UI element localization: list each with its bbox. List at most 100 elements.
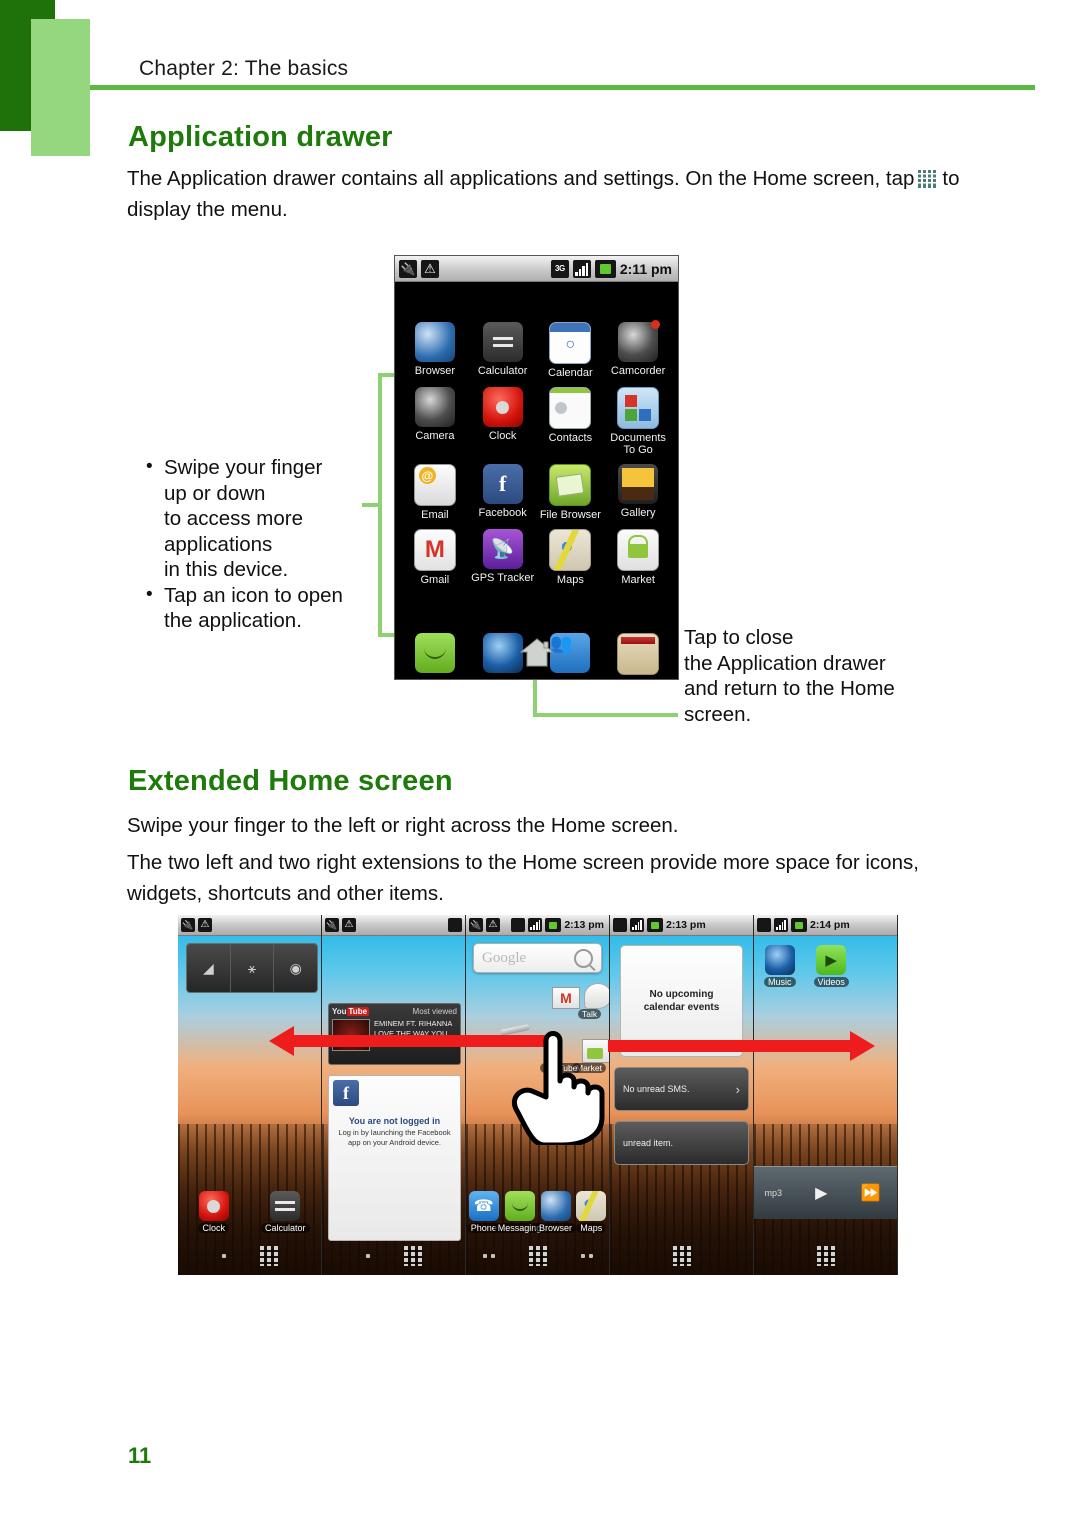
shortcut-calculator[interactable]: Calculator (260, 1191, 310, 1233)
talk-icon[interactable] (584, 983, 609, 1009)
extended-home-screen-figure: ◢ ⚹ ◉ Clock Calculator (178, 915, 898, 1275)
shortcut-music[interactable]: Music (764, 945, 796, 987)
video-title-line1: EMINEM FT. RIHANNA (374, 1019, 453, 1028)
panel-right-1[interactable]: 2:13 pm No upcoming calendar events No u… (610, 915, 754, 1275)
app-documents-to-go[interactable]: Documents To Go (604, 387, 672, 456)
gmail-icon[interactable] (552, 987, 580, 1009)
page-number: 11 (128, 1443, 152, 1468)
app-drawer-grid-icon[interactable] (403, 1246, 422, 1266)
chevron-right-icon[interactable]: › (736, 1082, 740, 1097)
app-market[interactable]: Market (604, 529, 672, 586)
youtube-widget-header: You Tube Most viewed (332, 1007, 457, 1016)
app-camera[interactable]: Camera (401, 387, 469, 456)
app-camcorder[interactable]: Camcorder (604, 320, 672, 379)
page-title-extended-home-screen: Extended Home screen (128, 765, 453, 797)
people-icon[interactable] (550, 633, 591, 673)
app-calendar[interactable]: Calendar (537, 322, 605, 379)
facebook-widget-body: Log in by launching the Facebook app on … (338, 1128, 451, 1147)
google-search-widget[interactable]: Google (473, 943, 602, 973)
browser-globe-icon (414, 322, 455, 362)
dock-maps[interactable]: Maps (574, 1191, 610, 1233)
panel-left-1[interactable]: YouTube Most viewed EMINEM FT. RIHANNA L… (322, 915, 466, 1275)
facebook-widget[interactable]: f You are not logged in Log in by launch… (328, 1075, 461, 1241)
app-label: Gmail (420, 574, 450, 586)
warning-triangle-icon (421, 259, 439, 278)
page-title-application-drawer: Application drawer (128, 121, 393, 153)
chapter-header: Chapter 2: The basics (139, 57, 349, 80)
signal-bars-icon (774, 918, 788, 932)
wifi-icon[interactable]: ◢ (187, 944, 231, 992)
callout-line: Tap to close (684, 626, 794, 649)
search-magnifier-icon[interactable] (574, 948, 593, 968)
app-gallery[interactable]: Gallery (604, 464, 672, 521)
app-label: Contacts (548, 432, 593, 444)
app-drawer-grid-icon[interactable] (672, 1246, 691, 1266)
app-contacts[interactable]: Contacts (537, 387, 605, 456)
app-email[interactable]: Email (401, 464, 469, 521)
gps-icon[interactable]: ◉ (274, 944, 317, 992)
youtube-widget[interactable]: You Tube Most viewed EMINEM FT. RIHANNA L… (328, 1003, 461, 1065)
panel-indicator-row (610, 1243, 753, 1269)
market-icon (617, 529, 660, 571)
gallery-icon (618, 464, 659, 504)
next-track-icon[interactable]: ⏩ (861, 1183, 881, 1203)
app-drawer-grid-icon[interactable] (816, 1246, 835, 1266)
battery-icon (545, 918, 562, 932)
shortcut-clock[interactable]: Clock (196, 1191, 232, 1233)
signal-bars-icon (528, 918, 543, 932)
app-file-browser[interactable]: File Browser (537, 464, 605, 521)
bluetooth-icon[interactable]: ⚹ (231, 944, 275, 992)
panel-status-bar (322, 915, 465, 936)
decorative-bar-light (31, 19, 90, 156)
app-clock[interactable]: Clock (469, 387, 537, 456)
panel-left-2[interactable]: ◢ ⚹ ◉ Clock Calculator (178, 915, 322, 1275)
app-gps-tracker[interactable]: GPS Tracker (469, 529, 537, 586)
app-calculator[interactable]: Calculator (469, 322, 537, 379)
home-icon[interactable] (519, 637, 554, 667)
page-dots (221, 1254, 226, 1258)
dock-messaging[interactable]: Messaging (493, 1191, 546, 1233)
sms-widget[interactable]: No unread SMS. › (614, 1067, 749, 1111)
notes-icon[interactable] (617, 633, 660, 675)
play-icon[interactable]: ▶ (815, 1183, 827, 1203)
app-label: Facebook (478, 507, 527, 519)
music-player-widget[interactable]: mp3 ▶ ⏩ (754, 1166, 897, 1219)
app-label: Camcorder (610, 365, 666, 377)
app-drawer-grid-icon[interactable] (259, 1246, 278, 1266)
battery-icon (647, 918, 663, 932)
app-facebook[interactable]: f Facebook (469, 464, 537, 521)
status-bar-clock: 2:14 pm (810, 919, 850, 931)
leader-bracket-top (378, 373, 394, 377)
application-drawer-screenshot: 3G 2:11 pm Browser Calculator Calendar C… (394, 255, 679, 680)
music-icon[interactable] (482, 633, 523, 673)
shortcut-videos[interactable]: ▶ Videos (813, 945, 849, 987)
application-drawer-intro-paragraph: The Application drawer contains all appl… (127, 163, 977, 225)
youtube-widget-title: Most viewed (412, 1007, 457, 1016)
email-icon (413, 464, 456, 506)
sms-widget-text: No unread SMS. (623, 1084, 690, 1094)
messaging-icon[interactable] (414, 633, 455, 673)
app-gmail[interactable]: Gmail (401, 529, 469, 586)
gps-tracker-icon (482, 529, 523, 569)
intro-text-before: The Application drawer contains all appl… (127, 167, 915, 190)
dock-browser[interactable]: Browser (535, 1191, 577, 1233)
news-widget[interactable]: unread item. (614, 1121, 749, 1165)
callout-line: applications (164, 532, 273, 556)
media-shortcuts: Music ▶ Videos (764, 945, 849, 987)
app-browser[interactable]: Browser (401, 322, 469, 379)
panel-right-2[interactable]: 2:14 pm Music ▶ Videos mp3 ▶ ⏩ (754, 915, 898, 1275)
callout-bullet-swipe: Swipe your finger up or down to access m… (140, 454, 390, 583)
callout-line: the application. (164, 609, 302, 632)
page-dots (482, 1254, 495, 1258)
power-control-widget[interactable]: ◢ ⚹ ◉ (186, 943, 318, 993)
warning-triangle-icon (198, 918, 212, 932)
news-widget-text: unread item. (623, 1138, 674, 1148)
youtube-logo: You Tube (332, 1007, 370, 1016)
maps-icon (549, 529, 592, 571)
calendar-widget-text: No upcoming calendar events (644, 988, 720, 1014)
panel-content: No upcoming calendar events No unread SM… (610, 935, 753, 1275)
app-drawer-grid-icon[interactable] (528, 1246, 547, 1266)
callout-line: to access more (164, 507, 303, 530)
extended-home-paragraph-1: Swipe your finger to the left or right a… (127, 814, 679, 837)
app-maps[interactable]: Maps (537, 529, 605, 586)
